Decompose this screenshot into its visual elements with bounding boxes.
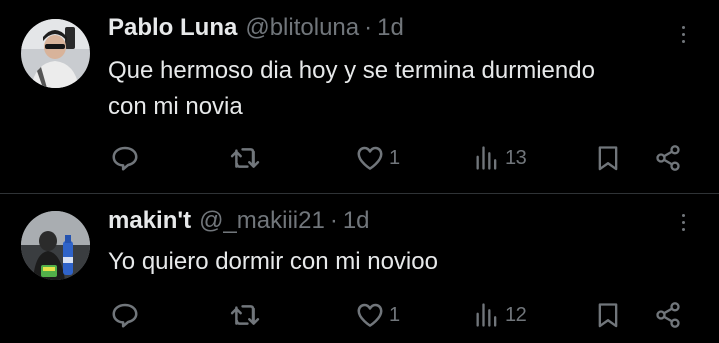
reply-icon <box>112 303 138 328</box>
timestamp[interactable]: 1d <box>343 207 370 235</box>
views-count: 13 <box>505 146 527 169</box>
author-name[interactable]: Pablo Luna <box>108 14 237 42</box>
retweet-icon <box>230 148 260 168</box>
like-icon <box>357 146 383 170</box>
like-button[interactable]: 1 <box>355 143 400 173</box>
avatar[interactable] <box>21 19 90 88</box>
separator: · <box>364 14 373 41</box>
tweet-text-line: con mi novia <box>108 93 243 120</box>
tweet-header: makin't @_makiii21 · 1d <box>108 207 370 241</box>
retweet-button[interactable] <box>229 300 265 330</box>
like-count: 1 <box>389 146 400 169</box>
tweet[interactable]: makin't @_makiii21 · 1d Yo quiero dormir… <box>0 194 719 343</box>
timeline-feed: Pablo Luna @blitoluna · 1d Que hermoso d… <box>0 0 719 343</box>
action-bar: 1 12 <box>0 300 719 330</box>
reply-button[interactable] <box>110 300 144 330</box>
like-icon <box>357 303 383 327</box>
more-icon[interactable] <box>671 20 695 48</box>
author-name[interactable]: makin't <box>108 207 191 235</box>
bookmark-icon <box>598 303 618 328</box>
bookmark-button[interactable] <box>594 143 622 173</box>
retweet-icon <box>230 305 260 325</box>
more-icon[interactable] <box>671 208 695 236</box>
bookmark-icon <box>598 146 618 171</box>
reply-button[interactable] <box>110 143 144 173</box>
views-icon <box>476 146 497 170</box>
action-bar: 1 13 <box>0 143 719 173</box>
tweet-text-line: Yo quiero dormir con mi novioo <box>108 248 438 275</box>
author-handle[interactable]: @blitoluna <box>245 14 359 42</box>
reply-icon <box>112 146 138 171</box>
retweet-button[interactable] <box>229 143 265 173</box>
like-count: 1 <box>389 303 400 326</box>
timestamp[interactable]: 1d <box>377 14 404 42</box>
share-icon <box>656 145 680 171</box>
tweet-text-line: Que hermoso dia hoy y se termina durmien… <box>108 57 595 84</box>
views-button[interactable]: 13 <box>473 143 527 173</box>
tweet-text: Que hermoso dia hoy y se termina durmien… <box>108 53 693 125</box>
author-handle[interactable]: @_makiii21 <box>199 207 325 235</box>
avatar[interactable] <box>21 211 90 280</box>
share-button[interactable] <box>654 143 682 173</box>
views-icon <box>476 303 497 327</box>
share-icon <box>656 302 680 328</box>
tweet-header: Pablo Luna @blitoluna · 1d <box>108 14 404 48</box>
like-button[interactable]: 1 <box>355 300 400 330</box>
tweet[interactable]: Pablo Luna @blitoluna · 1d Que hermoso d… <box>0 0 719 193</box>
tweet-text: Yo quiero dormir con mi novioo <box>108 244 693 280</box>
views-button[interactable]: 12 <box>473 300 527 330</box>
bookmark-button[interactable] <box>594 300 622 330</box>
separator: · <box>329 207 338 234</box>
views-count: 12 <box>505 303 527 326</box>
share-button[interactable] <box>654 300 682 330</box>
